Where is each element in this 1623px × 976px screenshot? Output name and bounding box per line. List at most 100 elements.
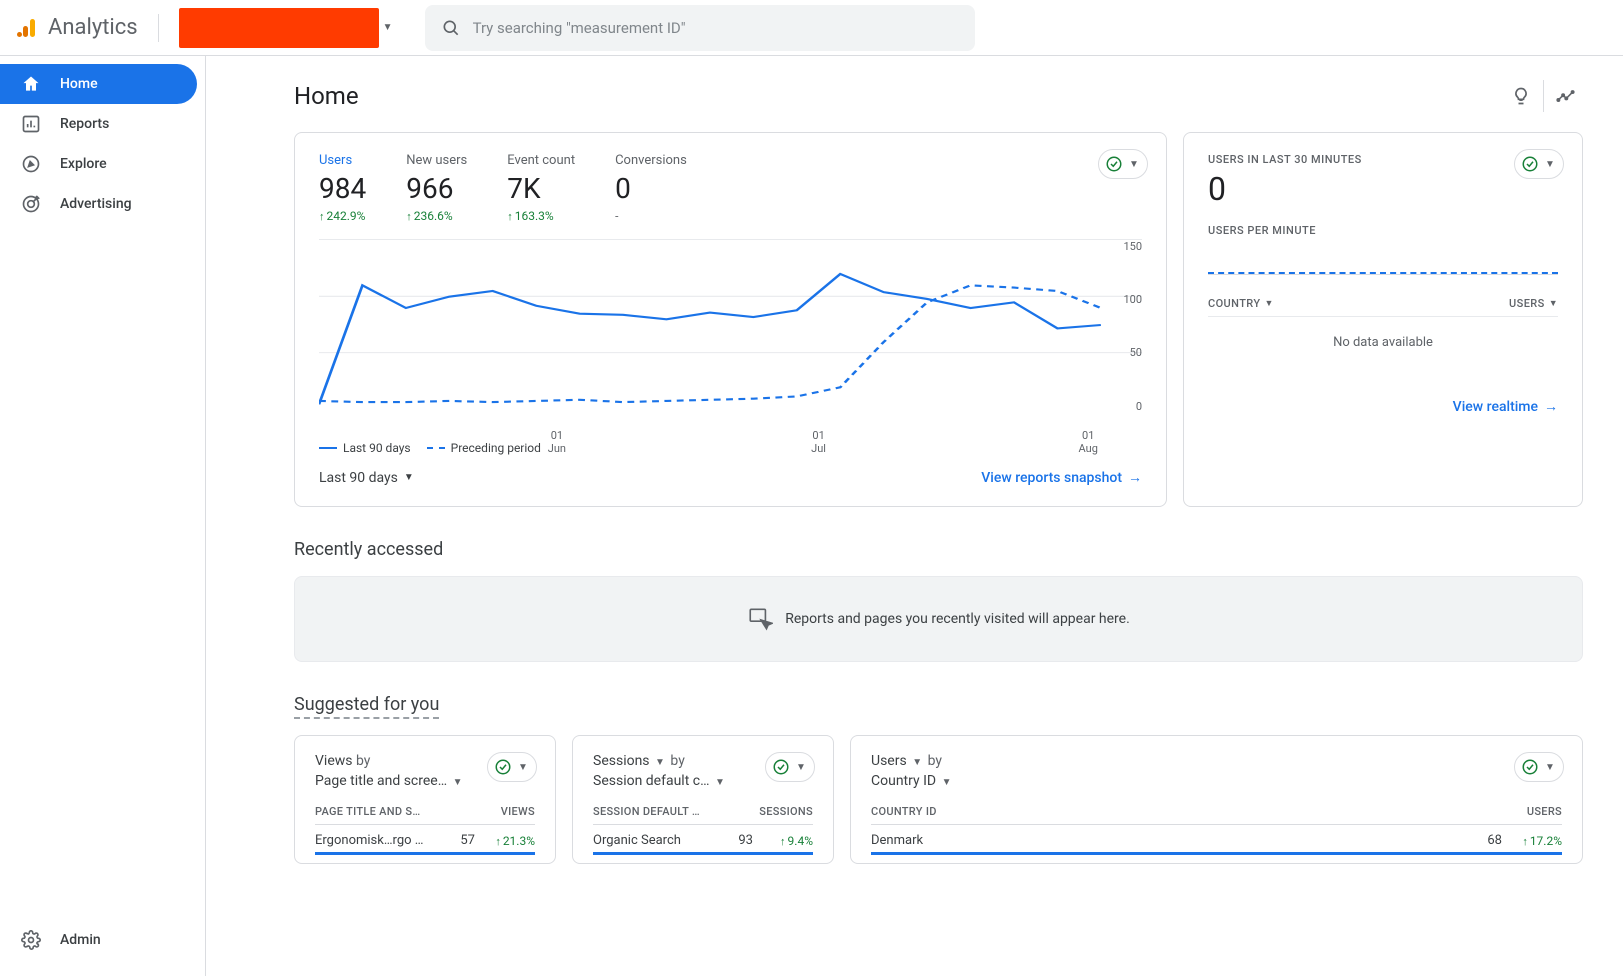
recently-accessed-empty: Reports and pages you recently visited w… xyxy=(294,576,1583,662)
view-realtime-link[interactable]: View realtime→ xyxy=(1453,398,1558,415)
row-pct: 21.3% xyxy=(475,834,535,848)
country-column-header[interactable]: COUNTRY▼ xyxy=(1208,297,1274,310)
gear-icon xyxy=(20,929,42,951)
row-bar xyxy=(315,852,535,855)
chevron-down-icon: ▼ xyxy=(379,22,393,33)
search-input[interactable]: Try searching "measurement ID" xyxy=(425,5,975,51)
metric-value: 7K xyxy=(507,168,575,209)
chart-legend: Last 90 days Preceding period xyxy=(319,441,1142,455)
users-column-header[interactable]: USERS▼ xyxy=(1509,297,1558,310)
y-tick: 50 xyxy=(1130,346,1142,359)
search-placeholder: Try searching "measurement ID" xyxy=(473,19,686,37)
page-title: Home xyxy=(294,82,359,110)
suggested-heading: Suggested for you xyxy=(294,694,439,719)
card-status-button[interactable]: ▼ xyxy=(1098,149,1148,179)
check-circle-icon xyxy=(1519,153,1541,175)
row-pct: 17.2% xyxy=(1502,834,1562,848)
sidebar-item-reports[interactable]: Reports xyxy=(0,104,197,144)
chart-svg xyxy=(319,240,1142,410)
card-status-button[interactable]: ▼ xyxy=(1514,752,1564,782)
target-icon xyxy=(20,193,42,215)
logo-block: Analytics xyxy=(16,15,138,40)
cursor-click-icon xyxy=(747,606,773,632)
suggested-card: ▼Sessions ▼ bySession default c… ▼SESSIO… xyxy=(572,735,834,864)
metric-change: 242.9% xyxy=(319,209,366,223)
chevron-down-icon: ▼ xyxy=(404,472,414,483)
arrow-right-icon: → xyxy=(1128,469,1142,486)
chevron-down-icon: ▼ xyxy=(1265,298,1274,309)
insights-icon[interactable] xyxy=(1499,80,1531,112)
home-icon xyxy=(20,73,42,95)
row-value: 68 xyxy=(1462,833,1502,848)
card-status-button[interactable]: ▼ xyxy=(487,752,537,782)
check-circle-icon xyxy=(770,756,792,778)
row-bar xyxy=(593,852,813,855)
sidebar-item-label: Explore xyxy=(60,156,107,172)
chevron-down-icon: ▼ xyxy=(514,762,532,773)
compass-icon xyxy=(20,153,42,175)
trend-icon[interactable] xyxy=(1543,80,1575,112)
metric-new-users[interactable]: New users 966 236.6% xyxy=(406,153,467,223)
chevron-down-icon: ▼ xyxy=(792,762,810,773)
x-tick-mon: Jul xyxy=(811,442,826,455)
metric-value: 984 xyxy=(319,168,366,209)
per-minute-chart xyxy=(1208,249,1558,275)
bar-chart-icon xyxy=(20,113,42,135)
y-tick: 150 xyxy=(1123,240,1142,253)
sidebar-item-label: Admin xyxy=(60,932,101,948)
chevron-down-icon: ▼ xyxy=(1541,159,1559,170)
metric-label: Users xyxy=(319,153,366,168)
suggested-title[interactable]: Users ▼ byCountry ID ▼ xyxy=(871,752,1562,791)
row-pct: 9.4% xyxy=(753,834,813,848)
x-tick-day: 01 xyxy=(548,429,566,442)
sidebar-item-label: Advertising xyxy=(60,196,132,212)
analytics-logo-icon xyxy=(16,16,40,40)
sidebar-item-home[interactable]: Home xyxy=(0,64,197,104)
chevron-down-icon: ▼ xyxy=(1549,298,1558,309)
legend-current: Last 90 days xyxy=(343,441,411,455)
product-name: Analytics xyxy=(48,15,138,40)
sidebar-item-label: Home xyxy=(60,76,98,92)
col-header: VIEWS xyxy=(501,805,535,818)
app-header: Analytics ▼ Try searching "measurement I… xyxy=(0,0,1623,56)
metric-users[interactable]: Users 984 242.9% xyxy=(319,153,366,223)
vertical-divider xyxy=(158,14,159,42)
card-status-button[interactable]: ▼ xyxy=(765,752,815,782)
metric-label: Conversions xyxy=(615,153,687,168)
card-status-button[interactable]: ▼ xyxy=(1514,149,1564,179)
account-selector[interactable]: ▼ xyxy=(179,8,393,48)
chevron-down-icon: ▼ xyxy=(1541,762,1559,773)
metric-value: 966 xyxy=(406,168,467,209)
sidebar-item-admin[interactable]: Admin xyxy=(0,920,197,960)
chevron-down-icon: ▼ xyxy=(653,757,667,768)
x-tick-day: 01 xyxy=(811,429,826,442)
chevron-down-icon: ▼ xyxy=(451,777,465,788)
recently-accessed-heading: Recently accessed xyxy=(294,539,1583,560)
x-tick-mon: Aug xyxy=(1079,442,1098,455)
sidebar-item-explore[interactable]: Explore xyxy=(0,144,197,184)
metric-event-count[interactable]: Event count 7K 163.3% xyxy=(507,153,575,223)
arrow-right-icon: → xyxy=(1544,398,1558,415)
x-tick-day: 01 xyxy=(1079,429,1098,442)
table-row[interactable]: Denmark6817.2% xyxy=(871,825,1562,850)
metric-conversions[interactable]: Conversions 0 - xyxy=(615,153,687,223)
realtime-value: 0 xyxy=(1208,170,1558,208)
overview-chart: 150 100 50 0 01Jun xyxy=(319,239,1142,429)
metrics-row: Users 984 242.9% New users 966 236.6% Ev… xyxy=(319,153,1142,223)
row-value: 93 xyxy=(713,833,753,848)
col-header: SESSIONS xyxy=(759,805,813,818)
col-header: PAGE TITLE AND S… xyxy=(315,805,420,818)
chevron-down-icon: ▼ xyxy=(940,777,954,788)
view-reports-snapshot-link[interactable]: View reports snapshot→ xyxy=(981,469,1142,486)
table-row[interactable]: Organic Search939.4% xyxy=(593,825,813,850)
table-row[interactable]: Ergonomisk…rgo Design5721.3% xyxy=(315,825,535,850)
sidebar-item-advertising[interactable]: Advertising xyxy=(0,184,197,224)
col-header: USERS xyxy=(1527,805,1562,818)
metric-label: Event count xyxy=(507,153,575,168)
chevron-down-icon: ▼ xyxy=(1125,159,1143,170)
chevron-down-icon: ▼ xyxy=(910,757,924,768)
x-tick-mon: Jun xyxy=(548,442,566,455)
main-content: Home ▼ Users 984 xyxy=(206,56,1623,976)
y-tick: 100 xyxy=(1123,293,1142,306)
date-range-selector[interactable]: Last 90 days▼ xyxy=(319,470,414,486)
